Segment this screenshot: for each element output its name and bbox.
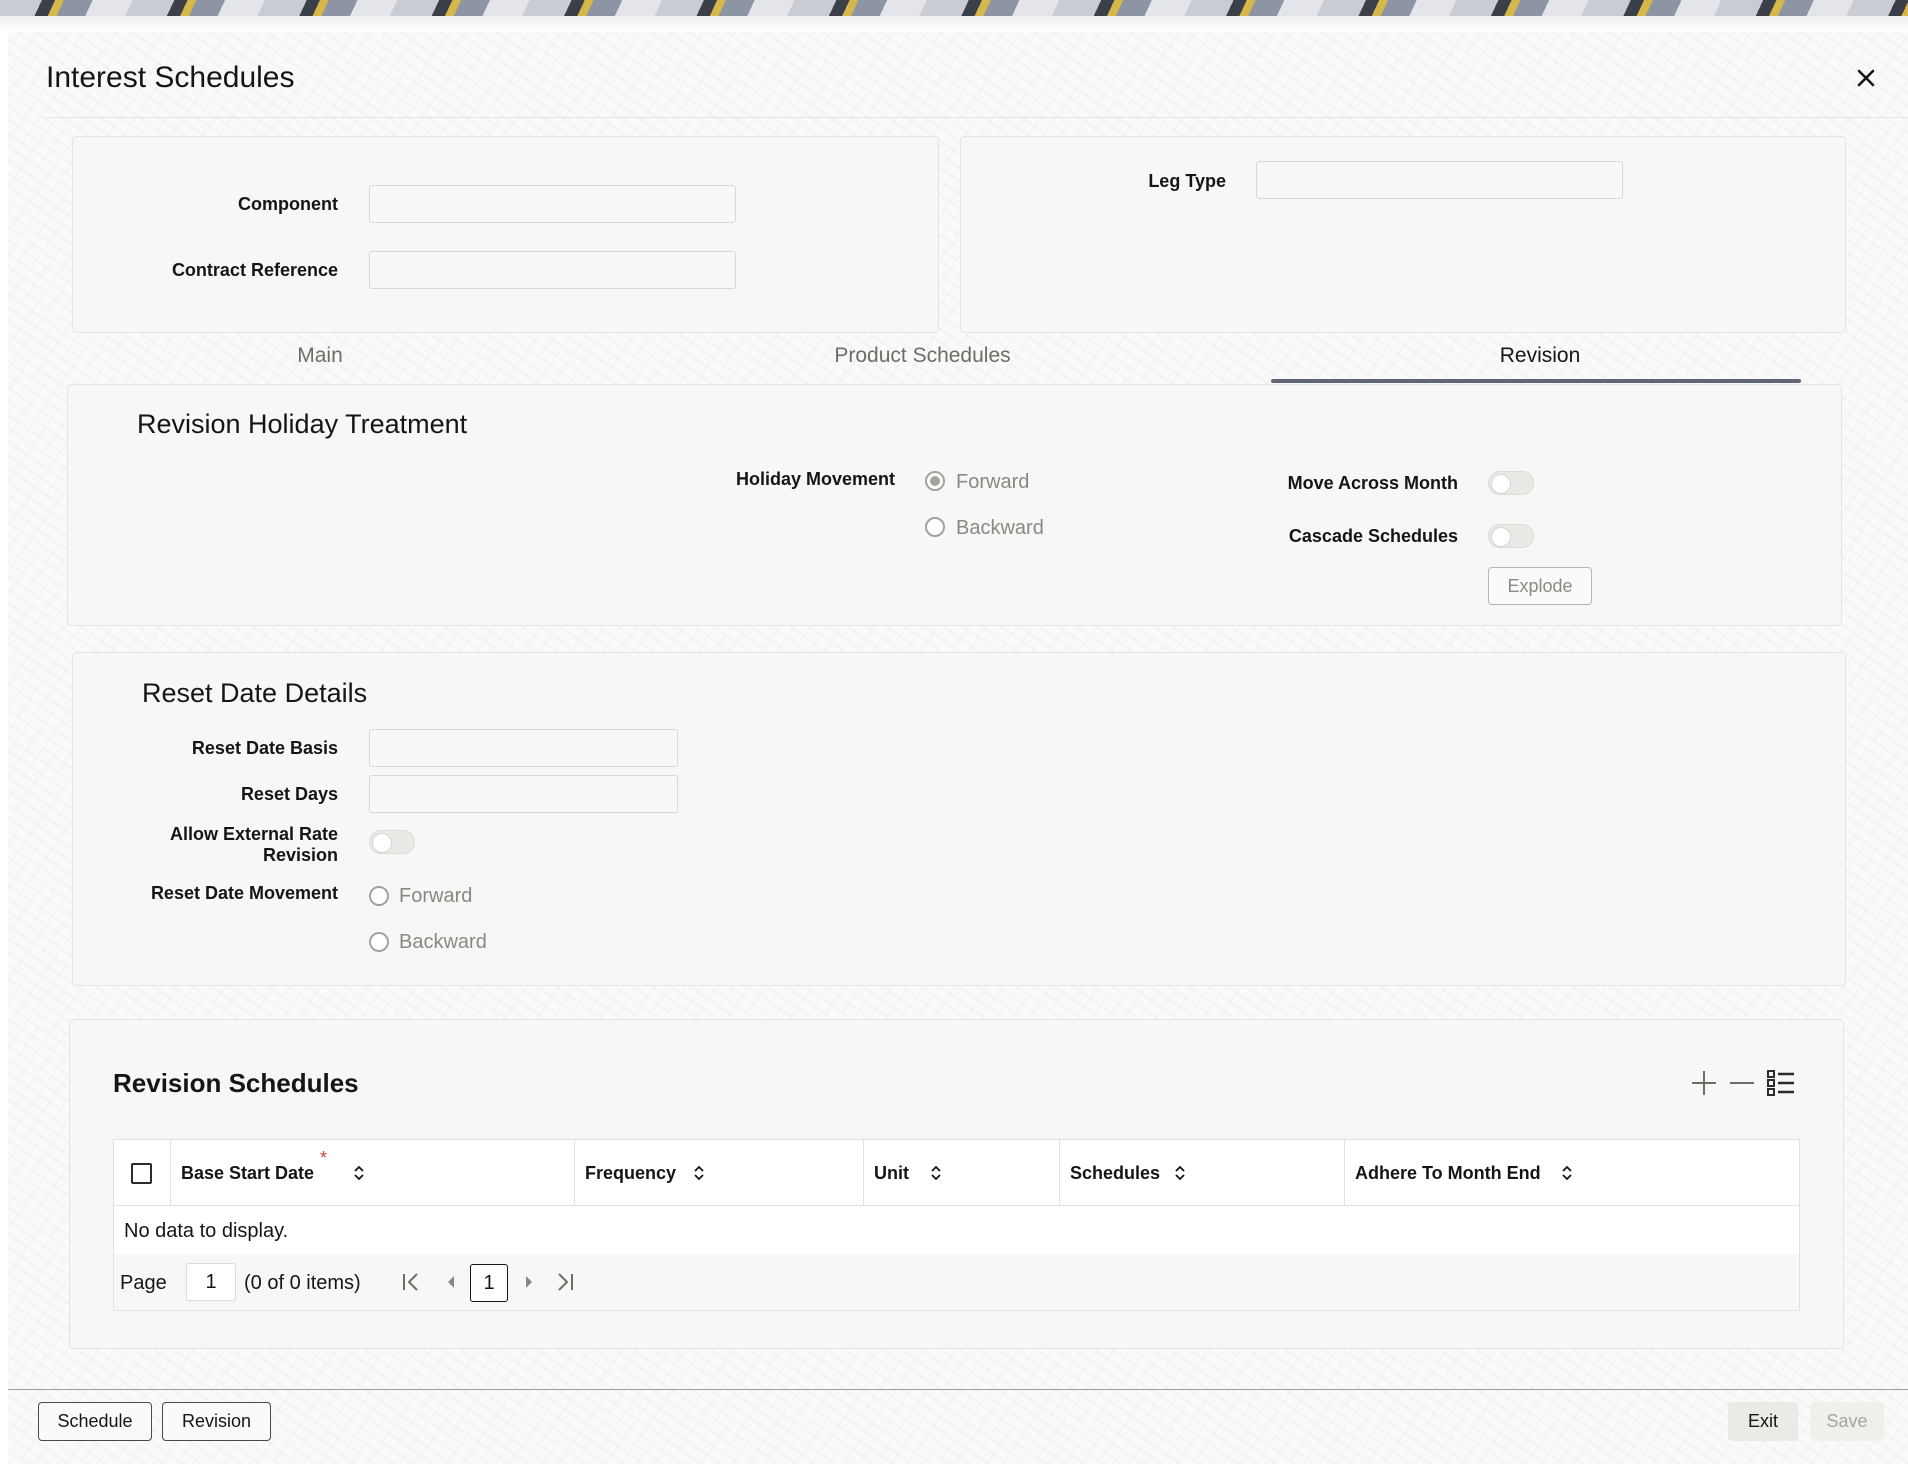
close-icon[interactable] [1850, 62, 1882, 94]
sort-icon[interactable] [1173, 1164, 1187, 1182]
reset-days-input[interactable] [369, 775, 678, 813]
reset-date-basis-label: Reset Date Basis [191, 738, 338, 758]
required-indicator: * [320, 1148, 328, 1168]
items-count: (0 of 0 items) [244, 1272, 361, 1294]
page-number-input[interactable] [186, 1263, 236, 1301]
column-unit[interactable]: Unit [863, 1140, 1059, 1206]
sort-icon[interactable] [692, 1164, 706, 1182]
page-label: Page [120, 1272, 167, 1294]
reset-date-title: Reset Date Details [142, 678, 368, 708]
reset-days-label: Reset Days [240, 784, 338, 804]
reset-backward-radio[interactable] [369, 932, 389, 952]
reset-date-movement-label: Reset Date Movement [150, 883, 338, 903]
save-button[interactable]: Save [1810, 1402, 1884, 1441]
leg-type-label: Leg Type [1148, 171, 1226, 191]
sort-icon[interactable] [1560, 1164, 1574, 1182]
next-page-icon[interactable] [518, 1270, 540, 1294]
holiday-forward-radio[interactable] [925, 471, 945, 491]
cascade-schedules-toggle[interactable] [1488, 524, 1534, 548]
reset-forward-radio[interactable] [369, 886, 389, 906]
revision-button[interactable]: Revision [162, 1402, 271, 1441]
leg-type-input[interactable] [1256, 161, 1623, 199]
column-unit-label: Unit [874, 1163, 909, 1183]
contract-reference-input[interactable] [369, 251, 736, 289]
remove-icon[interactable] [1727, 1068, 1757, 1098]
column-schedules[interactable]: Schedules [1059, 1140, 1344, 1206]
select-all-checkbox[interactable] [131, 1163, 152, 1184]
current-page-indicator[interactable]: 1 [470, 1264, 508, 1302]
allow-external-rate-label-line1: Allow External Rate [169, 824, 338, 844]
holiday-forward-label: Forward [956, 471, 1030, 493]
reset-forward-label: Forward [399, 885, 473, 907]
reset-date-basis-input[interactable] [369, 729, 678, 767]
column-frequency-label: Frequency [585, 1163, 677, 1183]
schedule-button[interactable]: Schedule [38, 1402, 152, 1441]
table-header: Base Start Date * Frequency Unit Schedul… [114, 1140, 1799, 1206]
move-across-month-label: Move Across Month [1287, 473, 1458, 493]
sort-icon[interactable] [352, 1164, 366, 1182]
holiday-movement-label: Holiday Movement [735, 469, 895, 489]
holiday-backward-radio[interactable] [925, 517, 945, 537]
tab-main[interactable]: Main [200, 340, 440, 384]
tab-revision[interactable]: Revision [1420, 340, 1660, 384]
previous-page-icon[interactable] [440, 1270, 462, 1294]
allow-external-rate-toggle[interactable] [369, 830, 415, 854]
footer-divider [8, 1389, 1908, 1390]
header-left-panel [72, 136, 939, 333]
single-record-view-icon[interactable] [1766, 1068, 1796, 1098]
column-frequency[interactable]: Frequency [574, 1140, 863, 1206]
cascade-schedules-label: Cascade Schedules [1288, 526, 1458, 546]
move-across-month-toggle[interactable] [1488, 471, 1534, 495]
allow-external-rate-label-line2: Revision [262, 845, 338, 865]
column-base-start-date-label: Base Start Date [181, 1163, 315, 1183]
active-tab-indicator [1271, 379, 1801, 383]
revision-schedules-table: Base Start Date * Frequency Unit Schedul… [113, 1139, 1800, 1311]
add-icon[interactable] [1689, 1068, 1719, 1098]
title-divider [46, 117, 1908, 118]
column-schedules-label: Schedules [1070, 1163, 1161, 1183]
revision-schedules-title: Revision Schedules [113, 1068, 359, 1098]
sort-icon[interactable] [929, 1164, 943, 1182]
top-banner [0, 0, 1908, 16]
tab-product-schedules[interactable]: Product Schedules [780, 340, 1065, 384]
component-input[interactable] [369, 185, 736, 223]
empty-table-message: No data to display. [124, 1220, 289, 1242]
holiday-backward-label: Backward [956, 517, 1044, 539]
revision-holiday-title: Revision Holiday Treatment [137, 409, 468, 439]
reset-backward-label: Backward [399, 931, 487, 953]
page-title: Interest Schedules [46, 61, 295, 94]
contract-reference-label: Contract Reference [171, 260, 338, 280]
last-page-icon[interactable] [554, 1270, 576, 1294]
column-base-start-date[interactable]: Base Start Date [170, 1140, 574, 1206]
explode-button[interactable]: Explode [1488, 567, 1592, 605]
component-label: Component [238, 194, 338, 214]
pagination-bar: Page (0 of 0 items) 1 [114, 1254, 1799, 1310]
first-page-icon[interactable] [400, 1270, 422, 1294]
exit-button[interactable]: Exit [1728, 1402, 1798, 1441]
banner-fade [0, 16, 1908, 32]
column-adhere-to-month-end-label: Adhere To Month End [1355, 1163, 1541, 1183]
